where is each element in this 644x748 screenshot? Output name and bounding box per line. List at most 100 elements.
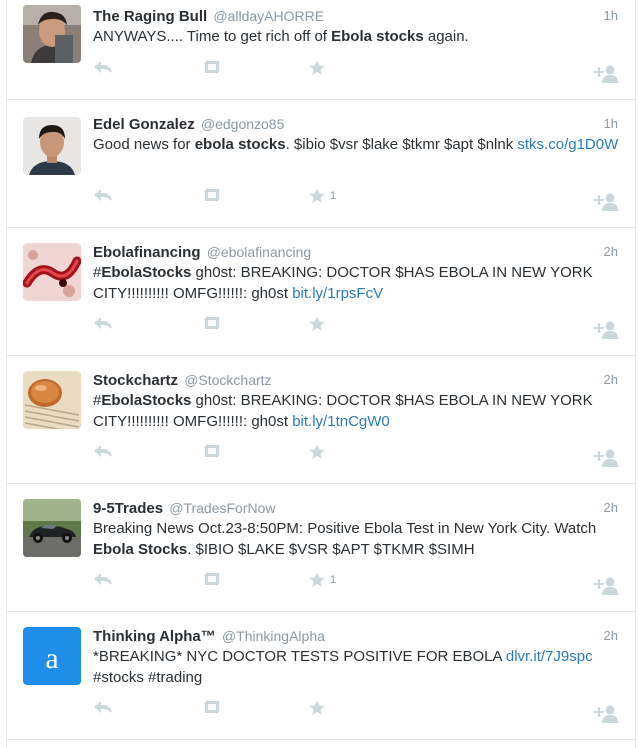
reply-button[interactable] — [93, 571, 113, 587]
tweet-actions: 1 — [93, 571, 618, 595]
tweet-text-segment: Breaking News Oct.23-8:50PM: Positive Eb… — [93, 520, 597, 537]
retweet-icon — [204, 60, 220, 74]
tweet-header: Stockchartz @Stockchartz 2h — [93, 371, 618, 390]
tweet-text: #EbolaStocks gh0st: BREAKING: DOCTOR $HA… — [93, 391, 623, 432]
avatar[interactable] — [23, 243, 81, 301]
reply-button[interactable] — [93, 443, 113, 459]
follow-button[interactable] — [593, 576, 618, 595]
tweet-timestamp[interactable]: 1h — [604, 7, 618, 25]
tweet-timestamp[interactable]: 1h — [604, 115, 618, 133]
follow-user-icon — [594, 577, 618, 595]
tweet-fullname[interactable]: 9-5Trades — [93, 500, 163, 517]
tweet[interactable]: Ebolafinancing @ebolafinancing 2h #Ebola… — [7, 228, 636, 356]
star-icon — [309, 60, 325, 75]
retweet-icon — [204, 572, 220, 586]
tweet-handle[interactable]: @alldayAHORRE — [213, 8, 324, 24]
tweet[interactable]: a Thinking Alpha™ @ThinkingAlpha 2h *BRE… — [7, 612, 636, 740]
tweet-timestamp[interactable]: 2h — [604, 243, 618, 261]
retweet-button[interactable] — [201, 443, 223, 459]
tweet-text: *BREAKING* NYC DOCTOR TESTS POSITIVE FOR… — [93, 647, 623, 688]
tweet-timestamp[interactable]: 2h — [604, 499, 618, 517]
tweet-handle[interactable]: @ebolafinancing — [207, 244, 312, 260]
tweet-timestamp[interactable]: 2h — [604, 371, 618, 389]
tweet-handle[interactable]: @edgonzo85 — [201, 116, 285, 132]
tweet-header: The Raging Bull @alldayAHORRE 1h — [93, 7, 618, 26]
tweet[interactable]: 9-5Trades @TradesForNow 2h Breaking News… — [7, 484, 636, 612]
tweet-search-highlight: EbolaStocks — [101, 392, 192, 409]
follow-button[interactable] — [593, 448, 618, 467]
tweet[interactable]: Edel Gonzalez @edgonzo85 1h Good news fo… — [7, 100, 636, 228]
retweet-button[interactable] — [201, 59, 223, 75]
favorite-button[interactable]: 1 — [308, 187, 336, 205]
sports-car-avatar-icon — [23, 499, 81, 557]
tweet-timestamp[interactable]: 2h — [604, 627, 618, 645]
avatar[interactable] — [23, 5, 81, 63]
retweet-button[interactable] — [201, 315, 223, 331]
tweet-text: ANYWAYS.... Time to get rich off of Ebol… — [93, 27, 623, 48]
retweet-icon — [204, 700, 220, 714]
avatar[interactable]: a — [23, 627, 81, 685]
retweet-icon — [204, 444, 220, 458]
reply-button[interactable] — [93, 315, 113, 331]
avatar[interactable] — [23, 117, 81, 175]
tweet-fullname[interactable]: The Raging Bull — [93, 8, 207, 25]
tweet-fullname[interactable]: Thinking Alpha™ — [93, 628, 216, 645]
tweet-search-highlight: Ebola stocks — [331, 28, 424, 45]
star-icon — [309, 316, 325, 331]
avatar[interactable] — [23, 499, 81, 557]
follow-user-icon — [594, 449, 618, 467]
tweet-link[interactable]: stks.co/​g1D0W — [517, 136, 618, 153]
retweet-button[interactable] — [201, 571, 223, 587]
favorite-button[interactable] — [308, 699, 330, 717]
tweet-link[interactable]: dlvr.it/7J9spc — [506, 648, 593, 665]
tweet-handle[interactable]: @TradesForNow — [169, 500, 275, 516]
reply-icon — [94, 317, 112, 329]
tweet-fullname[interactable]: Edel Gonzalez — [93, 116, 195, 133]
favorite-button[interactable]: 1 — [308, 571, 336, 589]
favorite-button[interactable] — [308, 59, 330, 77]
tweet-handle[interactable]: @ThinkingAlpha — [222, 628, 325, 644]
retweet-button[interactable] — [201, 187, 223, 203]
retweet-icon — [204, 188, 220, 202]
favorite-count: 1 — [330, 574, 337, 586]
tweet-link[interactable]: bit.ly/1rpsFcV — [292, 285, 383, 302]
favorite-count: 1 — [330, 190, 337, 202]
star-icon — [309, 572, 325, 587]
reply-button[interactable] — [93, 187, 113, 203]
reply-button[interactable] — [93, 59, 113, 75]
follow-button[interactable] — [593, 320, 618, 339]
reply-icon — [94, 445, 112, 457]
tweet-link[interactable]: bit.ly/1tnCgW0 — [292, 413, 390, 430]
tweet-fullname[interactable]: Ebolafinancing — [93, 244, 201, 261]
letter-a-avatar-icon: a — [23, 627, 81, 685]
reply-icon — [94, 573, 112, 585]
man-selfie-avatar-icon — [23, 5, 81, 63]
reply-icon — [94, 61, 112, 73]
tweet-text-segment: . $IBIO $LAKE $VSR $APT $TKMR $SIMH — [187, 540, 475, 558]
avatar-letter: a — [45, 642, 59, 675]
tweet-search-highlight: Ebola Stocks — [93, 540, 188, 558]
follow-button[interactable] — [593, 192, 618, 211]
retweet-button[interactable] — [201, 699, 223, 715]
tweet[interactable]: Stockchartz @Stockchartz 2h #EbolaStocks… — [7, 356, 636, 484]
tweet[interactable]: The Raging Bull @alldayAHORRE 1h ANYWAYS… — [7, 0, 636, 100]
favorite-button[interactable] — [308, 443, 330, 461]
tweet-text: Good news for ebola stocks. $ibio $vsr $… — [93, 135, 623, 156]
follow-button[interactable] — [593, 64, 618, 83]
tweet-text-segment: . $ibio $vsr $lake $tkmr $apt $nlnk — [285, 136, 518, 153]
avatar[interactable] — [23, 371, 81, 429]
tweet-header: Edel Gonzalez @edgonzo85 1h — [93, 115, 618, 134]
star-icon — [309, 188, 325, 203]
follow-user-icon — [594, 321, 618, 339]
man-portrait-avatar-icon — [23, 117, 81, 175]
follow-button[interactable] — [593, 704, 618, 723]
tweet-text: #EbolaStocks gh0st: BREAKING: DOCTOR $HA… — [93, 263, 623, 304]
tweet-handle[interactable]: @Stockchartz — [184, 372, 271, 388]
favorite-button[interactable] — [308, 315, 330, 333]
tweet-search-highlight: ebola stocks — [194, 136, 286, 153]
reply-button[interactable] — [93, 699, 113, 715]
tweet-actions: 1 — [93, 187, 618, 211]
coin-on-newspaper-avatar-icon — [23, 371, 81, 429]
tweet-fullname[interactable]: Stockchartz — [93, 372, 178, 389]
tweet-actions — [93, 315, 618, 339]
